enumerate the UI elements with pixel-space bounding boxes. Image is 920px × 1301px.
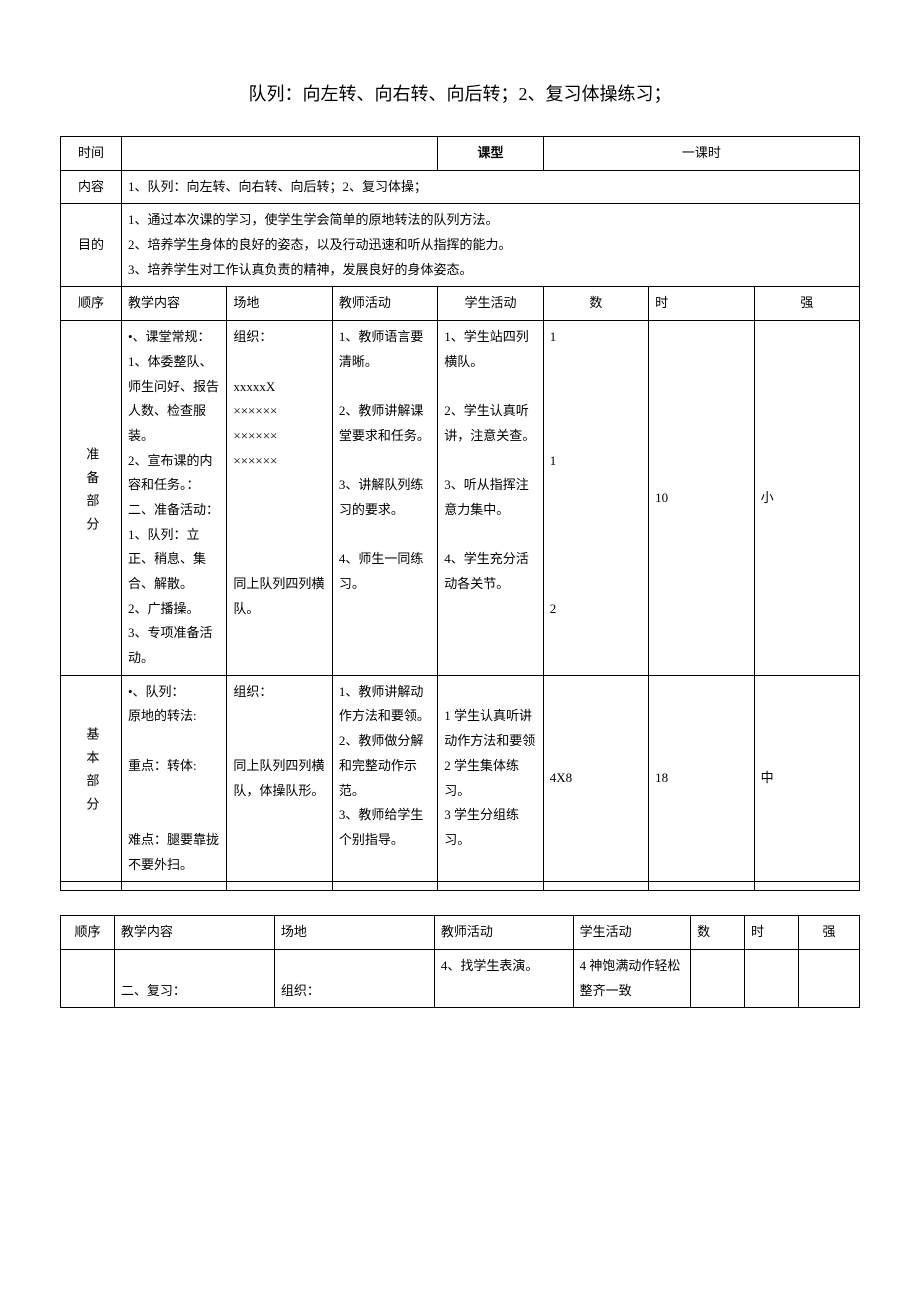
t2-place: 组织： xyxy=(274,949,434,1007)
header-place: 场地 xyxy=(227,287,332,321)
basic-content: •、队列： 原地的转法: 重点：转体: 难点：腿要靠拢不要外扫。 xyxy=(121,675,226,882)
prep-label: 准备部分 xyxy=(61,321,122,676)
header-intensity: 强 xyxy=(754,287,859,321)
class-type-label: 课型 xyxy=(438,137,543,171)
t2-time xyxy=(745,949,799,1007)
header-order: 顺序 xyxy=(61,287,122,321)
header-teacher: 教师活动 xyxy=(332,287,437,321)
t2-content: 二、复习： xyxy=(114,949,274,1007)
prep-intensity: 小 xyxy=(754,321,859,676)
prep-content: •、课堂常规： 1、体委整队、师生问好、报告人数、检查服装。 2、宣布课的内容和… xyxy=(121,321,226,676)
header-intensity: 强 xyxy=(798,916,859,950)
purpose-line: 2、培养学生身体的良好的姿态，以及行动迅速和听从指挥的能力。 xyxy=(128,233,853,258)
prep-place: 组织： xxxxxX ×××××× ×××××× ×××××× 同上队列四列横队… xyxy=(227,321,332,676)
header-student: 学生活动 xyxy=(573,916,691,950)
basic-student: 1 学生认真听讲动作方法和要领 2 学生集体练习。 3 学生分组练习。 xyxy=(438,675,543,882)
prep-num: 1 1 2 xyxy=(543,321,648,676)
header-teach-content: 教学内容 xyxy=(121,287,226,321)
header-student: 学生活动 xyxy=(438,287,543,321)
column-header-row: 顺序 教学内容 场地 教师活动 学生活动 数 时 强 xyxy=(61,916,860,950)
lesson-plan-table: 时间 课型 一课时 内容 1、队列：向左转、向右转、向后转；2、复习体操； 目的… xyxy=(60,136,860,891)
header-place: 场地 xyxy=(274,916,434,950)
purpose-label: 目的 xyxy=(61,204,122,287)
prep-time: 10 xyxy=(649,321,754,676)
time-value xyxy=(121,137,437,171)
purpose-line: 1、通过本次课的学习，使学生学会简单的原地转法的队列方法。 xyxy=(128,208,853,233)
table-row: 目的 1、通过本次课的学习，使学生学会简单的原地转法的队列方法。 2、培养学生身… xyxy=(61,204,860,287)
time-label: 时间 xyxy=(61,137,122,171)
purpose-line: 3、培养学生对工作认真负责的精神，发展良好的身体姿态。 xyxy=(128,258,853,283)
header-teacher: 教师活动 xyxy=(434,916,573,950)
basic-teacher: 1、教师讲解动作方法和要领。 2、教师做分解和完整动作示范。 3、教师给学生个别… xyxy=(332,675,437,882)
t2-student: 4 神饱满动作轻松整齐一致 xyxy=(573,949,691,1007)
table-row: 时间 课型 一课时 xyxy=(61,137,860,171)
column-header-row: 顺序 教学内容 场地 教师活动 学生活动 数 时 强 xyxy=(61,287,860,321)
table-row: 二、复习： 组织： 4、找学生表演。 4 神饱满动作轻松整齐一致 xyxy=(61,949,860,1007)
header-teach-content: 教学内容 xyxy=(114,916,274,950)
table-gap xyxy=(60,891,860,915)
table-row-basic: 基本部分 •、队列： 原地的转法: 重点：转体: 难点：腿要靠拢不要外扫。 组织… xyxy=(61,675,860,882)
basic-time: 18 xyxy=(649,675,754,882)
content-value: 1、队列：向左转、向右转、向后转；2、复习体操； xyxy=(121,170,859,204)
header-num: 数 xyxy=(691,916,745,950)
basic-intensity: 中 xyxy=(754,675,859,882)
basic-num: 4X8 xyxy=(543,675,648,882)
lesson-plan-table-2: 顺序 教学内容 场地 教师活动 学生活动 数 时 强 二、复习： 组织： 4、找… xyxy=(60,915,860,1008)
basic-label: 基本部分 xyxy=(61,675,122,882)
purpose-value: 1、通过本次课的学习，使学生学会简单的原地转法的队列方法。 2、培养学生身体的良… xyxy=(121,204,859,287)
class-type-value: 一课时 xyxy=(543,137,859,171)
t2-order xyxy=(61,949,115,1007)
table-row: 内容 1、队列：向左转、向右转、向后转；2、复习体操； xyxy=(61,170,860,204)
header-time: 时 xyxy=(649,287,754,321)
header-num: 数 xyxy=(543,287,648,321)
table-row-prep: 准备部分 •、课堂常规： 1、体委整队、师生问好、报告人数、检查服装。 2、宣布… xyxy=(61,321,860,676)
content-label: 内容 xyxy=(61,170,122,204)
header-time: 时 xyxy=(745,916,799,950)
prep-student: 1、学生站四列横队。 2、学生认真听讲，注意关查。 3、听从指挥注意力集中。 4… xyxy=(438,321,543,676)
header-order: 顺序 xyxy=(61,916,115,950)
t2-num xyxy=(691,949,745,1007)
basic-place: 组织： 同上队列四列横队，体操队形。 xyxy=(227,675,332,882)
t2-intensity xyxy=(798,949,859,1007)
page-title: 队列：向左转、向右转、向后转；2、复习体操练习； xyxy=(60,80,860,106)
prep-teacher: 1、教师语言要清晰。 2、教师讲解课堂要求和任务。 3、讲解队列练习的要求。 4… xyxy=(332,321,437,676)
table-row-empty xyxy=(61,882,860,891)
t2-teacher: 4、找学生表演。 xyxy=(434,949,573,1007)
